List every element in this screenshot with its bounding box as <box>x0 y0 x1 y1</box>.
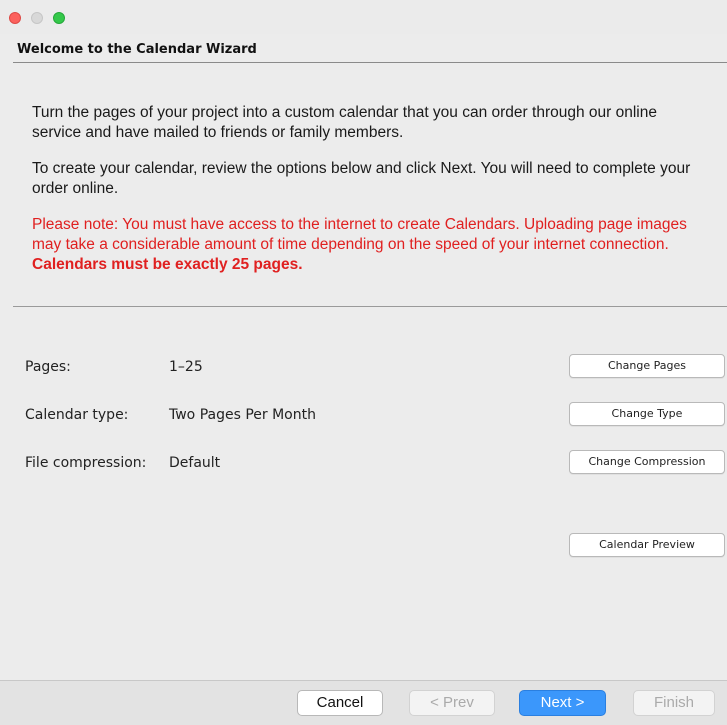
file-compression-label: File compression: <box>25 455 147 471</box>
wizard-header: Welcome to the Calendar Wizard <box>13 40 727 63</box>
file-compression-value: Default <box>169 455 221 471</box>
title-bar <box>0 0 727 34</box>
intro-paragraph-1: Turn the pages of your project into a cu… <box>32 104 657 141</box>
close-window-button[interactable] <box>9 12 21 24</box>
page-count-warning: Calendars must be exactly 25 pages. <box>32 256 303 273</box>
internet-note: Please note: You must have access to the… <box>32 215 702 275</box>
pages-value: 1–25 <box>169 359 203 375</box>
calendar-type-value: Two Pages Per Month <box>169 407 316 423</box>
internet-note-text: Please note: You must have access to the… <box>32 216 687 253</box>
calendar-type-label: Calendar type: <box>25 407 129 423</box>
intro-paragraph-2: To create your calendar, review the opti… <box>32 160 691 197</box>
next-button[interactable]: Next > <box>519 690 606 716</box>
prev-button[interactable]: < Prev <box>409 690 495 716</box>
wizard-content: Turn the pages of your project into a cu… <box>13 63 727 680</box>
minimize-window-button[interactable] <box>31 12 43 24</box>
calendar-wizard-window: Welcome to the Calendar Wizard Turn the … <box>0 0 727 725</box>
change-pages-button[interactable]: Change Pages <box>569 354 725 378</box>
wizard-title: Welcome to the Calendar Wizard <box>17 42 257 57</box>
intro-text: Turn the pages of your project into a cu… <box>32 103 702 291</box>
finish-button[interactable]: Finish <box>633 690 715 716</box>
zoom-window-button[interactable] <box>53 12 65 24</box>
section-divider <box>13 306 727 307</box>
calendar-preview-button[interactable]: Calendar Preview <box>569 533 725 557</box>
cancel-button[interactable]: Cancel <box>297 690 383 716</box>
change-compression-button[interactable]: Change Compression <box>569 450 725 474</box>
wizard-footer: Cancel < Prev Next > Finish <box>0 680 727 725</box>
change-type-button[interactable]: Change Type <box>569 402 725 426</box>
pages-label: Pages: <box>25 359 71 375</box>
